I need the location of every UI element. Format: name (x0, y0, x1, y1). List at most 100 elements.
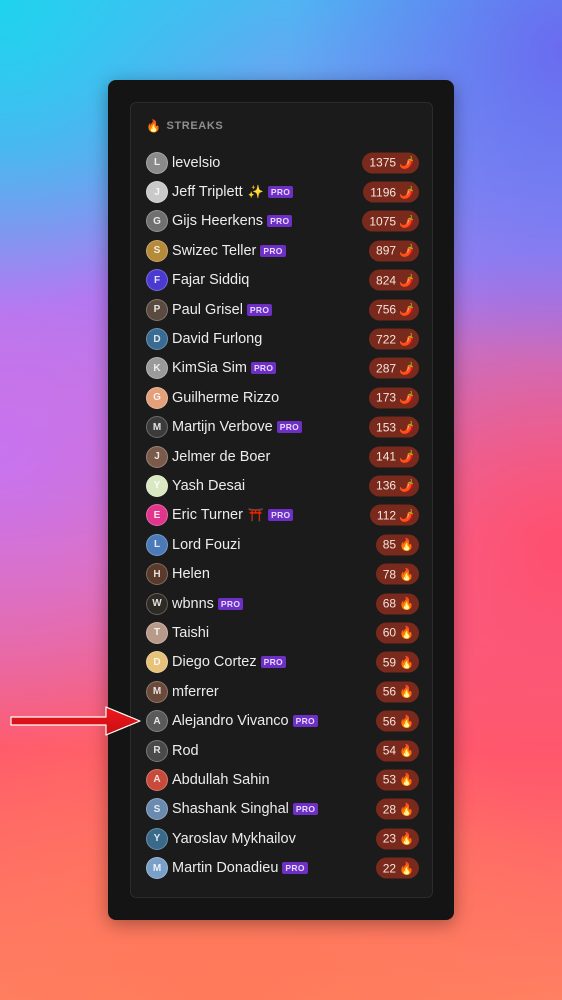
user-name-link[interactable]: Fajar Siddiq (172, 272, 249, 288)
streak-count-badge: 141 🌶️ (369, 446, 419, 468)
streak-count-badge: 897 🌶️ (369, 240, 419, 262)
list-item[interactable]: K KimSia Sim PRO 287 🌶️ (146, 354, 419, 383)
user-name-link[interactable]: Lord Fouzi (172, 537, 241, 553)
avatar[interactable]: D (146, 651, 168, 674)
pro-badge: PRO (217, 597, 244, 610)
list-item[interactable]: Wwbnns PRO 68 🔥 (146, 589, 419, 618)
avatar[interactable]: Y (146, 474, 168, 497)
user-name-link[interactable]: Martijn Verbove (172, 419, 273, 435)
list-item[interactable]: P Paul Grisel PRO 756 🌶️ (146, 295, 419, 324)
avatar[interactable]: S (146, 798, 168, 821)
user-name-link[interactable]: Taishi (172, 625, 209, 641)
list-item[interactable]: M Martin Donadieu PRO 22 🔥 (146, 853, 419, 882)
list-item[interactable]: A Alejandro Vivanco PRO 56 🔥 (146, 706, 419, 735)
streak-count: 173 (376, 390, 397, 405)
avatar[interactable]: T (146, 621, 168, 644)
avatar[interactable]: M (146, 416, 168, 439)
avatar[interactable]: Y (146, 827, 168, 850)
streak-count-badge: 68 🔥 (375, 593, 419, 615)
list-item[interactable]: Mmferrer 56 🔥 (146, 677, 419, 706)
list-item[interactable]: E Eric Turner ⛩️ PRO 112 🌶️ (146, 501, 419, 530)
avatar[interactable]: K (146, 357, 168, 380)
streak-count-badge: 287 🌶️ (369, 357, 419, 379)
user-name-link[interactable]: levelsio (172, 155, 220, 171)
chili-pepper-icon: 🌶️ (399, 155, 414, 170)
streak-count-badge: 1196 🌶️ (363, 181, 419, 203)
avatar[interactable]: H (146, 563, 168, 586)
list-item[interactable]: A Abdullah Sahin 53 🔥 (146, 765, 419, 794)
list-item[interactable]: G Guilherme Rizzo 173 🌶️ (146, 383, 419, 412)
avatar[interactable]: S (146, 239, 168, 262)
list-item[interactable]: Y Yaroslav Mykhailov 23 🔥 (146, 824, 419, 853)
list-item[interactable]: D Diego Cortez PRO 59 🔥 (146, 648, 419, 677)
streak-count: 85 (382, 537, 397, 552)
streaks-title: STREAKS (166, 120, 224, 132)
avatar[interactable]: L (146, 151, 168, 174)
avatar[interactable]: P (146, 298, 168, 321)
user-name-link[interactable]: Jeff Triplett (172, 184, 243, 200)
streak-count-badge: 54 🔥 (375, 740, 419, 761)
avatar[interactable]: J (146, 181, 168, 204)
user-name-link[interactable]: Diego Cortez (172, 654, 257, 670)
user-name-link[interactable]: Yash Desai (172, 478, 245, 494)
user-name-link[interactable]: Jelmer de Boer (172, 449, 270, 465)
user-name-link[interactable]: Shashank Singhal (172, 801, 289, 817)
fire-icon: 🔥 (399, 802, 414, 817)
user-name-link[interactable]: Paul Grisel (172, 302, 243, 318)
list-item[interactable]: M Martijn Verbove PRO 153 🌶️ (146, 413, 419, 442)
user-name-link[interactable]: Alejandro Vivanco (172, 713, 289, 729)
streaks-list: Llevelsio 1375 🌶️ J Jeff Triplett ✨ PRO 1196 🌶️ G… (146, 148, 419, 883)
streaks-header: 🔥 STREAKS (146, 118, 223, 134)
list-item[interactable]: R Rod 54 🔥 (146, 736, 419, 765)
user-name-link[interactable]: Abdullah Sahin (172, 772, 270, 788)
list-item[interactable]: J Jelmer de Boer 141 🌶️ (146, 442, 419, 471)
list-item[interactable]: L Lord Fouzi 85 🔥 (146, 530, 419, 559)
list-item[interactable]: D David Furlong 722 🌶️ (146, 324, 419, 353)
list-item[interactable]: S Shashank Singhal PRO 28 🔥 (146, 795, 419, 824)
avatar[interactable]: G (146, 210, 168, 233)
user-name-link[interactable]: Rod (172, 743, 199, 759)
user-name-link[interactable]: Yaroslav Mykhailov (172, 831, 296, 847)
avatar[interactable]: R (146, 739, 168, 762)
avatar[interactable]: W (146, 592, 168, 615)
list-item[interactable]: H Helen 78 🔥 (146, 559, 419, 588)
fire-icon: 🔥 (399, 537, 414, 552)
chili-pepper-icon: 🌶️ (399, 214, 414, 229)
streak-count: 78 (382, 567, 397, 582)
list-item[interactable]: J Jeff Triplett ✨ PRO 1196 🌶️ (146, 177, 419, 206)
user-name-link[interactable]: Swizec Teller (172, 243, 256, 259)
list-item[interactable]: Llevelsio 1375 🌶️ (146, 148, 419, 177)
streak-count-badge: 153 🌶️ (369, 416, 419, 438)
avatar[interactable]: E (146, 504, 168, 527)
pro-badge: PRO (246, 303, 273, 316)
chili-pepper-icon: 🌶️ (399, 302, 414, 317)
avatar[interactable]: L (146, 533, 168, 556)
avatar[interactable]: F (146, 269, 168, 292)
user-name-link[interactable]: David Furlong (172, 331, 262, 347)
user-name-link[interactable]: Martin Donadieu (172, 860, 278, 876)
list-item[interactable]: G Gijs Heerkens PRO 1075 🌶️ (146, 207, 419, 236)
user-name-link[interactable]: Gijs Heerkens (172, 213, 263, 229)
avatar[interactable]: D (146, 328, 168, 351)
user-name-link[interactable]: Guilherme Rizzo (172, 390, 279, 406)
avatar[interactable]: M (146, 680, 168, 703)
user-name-link[interactable]: Eric Turner (172, 507, 243, 523)
streak-count: 53 (382, 772, 397, 787)
avatar[interactable]: J (146, 445, 168, 468)
user-name-link[interactable]: mferrer (172, 684, 219, 700)
list-item[interactable]: F Fajar Siddiq 824 🌶️ (146, 266, 419, 295)
list-item[interactable]: S Swizec Teller PRO 897 🌶️ (146, 236, 419, 265)
fire-icon: 🔥 (399, 861, 414, 876)
streak-count-badge: 85 🔥 (375, 534, 419, 556)
user-name-link[interactable]: wbnns (172, 596, 214, 612)
list-item[interactable]: T Taishi 60 🔥 (146, 618, 419, 647)
user-name-link[interactable]: KimSia Sim (172, 360, 247, 376)
avatar[interactable]: A (146, 710, 168, 733)
streak-count-badge: 756 🌶️ (369, 299, 419, 321)
user-name-link[interactable]: Helen (172, 566, 210, 582)
avatar[interactable]: G (146, 386, 168, 409)
pro-badge: PRO (267, 215, 293, 228)
avatar[interactable]: M (146, 857, 168, 880)
avatar[interactable]: A (146, 768, 168, 791)
list-item[interactable]: Y Yash Desai 136 🌶️ (146, 471, 419, 500)
